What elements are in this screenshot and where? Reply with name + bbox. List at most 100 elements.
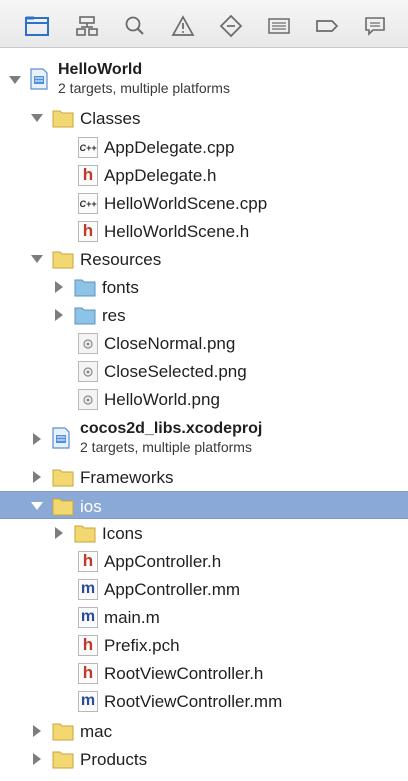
navigator-toolbar <box>0 0 408 48</box>
file-row[interactable]: m main.m <box>0 603 408 631</box>
disclosure-triangle-collapsed-icon[interactable] <box>30 724 44 738</box>
blue-folder-icon <box>74 305 96 325</box>
project-row-cocos2d-libs[interactable]: cocos2d_libs.xcodeproj 2 targets, multip… <box>0 417 408 461</box>
header-file-icon: h <box>78 635 98 656</box>
disclosure-triangle-expanded-icon[interactable] <box>30 499 44 513</box>
file-row[interactable]: h AppController.h <box>0 547 408 575</box>
xcode-project-icon <box>30 68 48 90</box>
file-name: AppDelegate.h <box>104 166 217 185</box>
disclosure-triangle-collapsed-icon[interactable] <box>52 526 66 540</box>
test-navigator-tab[interactable] <box>218 14 244 38</box>
file-name: RootViewController.mm <box>104 692 283 711</box>
hierarchy-icon <box>76 16 98 36</box>
group-row-classes[interactable]: Classes <box>0 104 408 132</box>
group-label: Products <box>80 750 148 769</box>
chat-icon <box>365 17 385 36</box>
file-name: AppController.h <box>104 552 222 571</box>
file-row[interactable]: m AppController.mm <box>0 575 408 603</box>
disclosure-triangle-collapsed-icon[interactable] <box>30 752 44 766</box>
image-file-icon <box>78 333 98 354</box>
disclosure-triangle-collapsed-icon[interactable] <box>30 432 44 446</box>
file-row[interactable]: h RootViewController.h <box>0 659 408 687</box>
project-name: cocos2d_libs.xcodeproj <box>80 420 263 437</box>
file-row[interactable]: h Prefix.pch <box>0 631 408 659</box>
folder-name: fonts <box>102 278 139 297</box>
disclosure-triangle-expanded-icon[interactable] <box>30 111 44 125</box>
warning-icon <box>171 15 195 36</box>
file-row[interactable]: C++ AppDelegate.cpp <box>0 133 408 161</box>
folder-icon <box>52 496 74 516</box>
file-name: CloseSelected.png <box>104 362 247 381</box>
header-file-icon: h <box>78 221 98 242</box>
disclosure-triangle-expanded-icon[interactable] <box>8 73 22 87</box>
folder-icon <box>52 249 74 269</box>
file-row[interactable]: h AppDelegate.h <box>0 161 408 189</box>
image-file-icon <box>78 389 98 410</box>
folder-reference-row[interactable]: res <box>0 301 408 329</box>
folder-icon <box>52 749 74 769</box>
diamond-icon <box>219 14 243 38</box>
folder-icon <box>52 467 74 487</box>
log-navigator-tab[interactable] <box>362 14 388 38</box>
file-name: HelloWorldScene.cpp <box>104 194 268 213</box>
disclosure-triangle-collapsed-icon[interactable] <box>52 280 66 294</box>
disclosure-triangle-expanded-icon[interactable] <box>30 252 44 266</box>
group-row-resources[interactable]: Resources <box>0 245 408 273</box>
blue-folder-icon <box>74 277 96 297</box>
folder-icon <box>52 108 74 128</box>
disclosure-triangle-collapsed-icon[interactable] <box>30 470 44 484</box>
header-file-icon: h <box>78 165 98 186</box>
file-name: CloseNormal.png <box>104 334 236 353</box>
xcode-project-icon <box>52 427 70 449</box>
header-file-icon: h <box>78 551 98 572</box>
image-file-icon <box>78 361 98 382</box>
project-navigator-tree: HelloWorld 2 targets, multiple platforms… <box>0 48 408 781</box>
group-row-frameworks[interactable]: Frameworks <box>0 463 408 491</box>
debug-navigator-tab[interactable] <box>266 14 292 38</box>
group-row-ios[interactable]: ios <box>0 491 408 519</box>
issue-navigator-tab[interactable] <box>170 14 196 38</box>
folder-reference-row[interactable]: fonts <box>0 273 408 301</box>
folder-icon <box>25 16 49 36</box>
group-label: ios <box>80 497 102 516</box>
disclosure-triangle-collapsed-icon[interactable] <box>52 308 66 322</box>
group-row-products[interactable]: Products <box>0 745 408 773</box>
file-row[interactable]: h HelloWorldScene.h <box>0 217 408 245</box>
find-navigator-tab[interactable] <box>122 14 148 38</box>
group-label: Frameworks <box>80 468 174 487</box>
header-file-icon: h <box>78 663 98 684</box>
file-row[interactable]: HelloWorld.png <box>0 385 408 413</box>
breakpoint-navigator-tab[interactable] <box>314 14 340 38</box>
file-name: Prefix.pch <box>104 636 180 655</box>
file-row[interactable]: CloseSelected.png <box>0 357 408 385</box>
group-label: Resources <box>80 250 162 269</box>
file-name: AppController.mm <box>104 580 241 599</box>
project-subtitle: 2 targets, multiple platforms <box>58 80 230 96</box>
file-row[interactable]: C++ HelloWorldScene.cpp <box>0 189 408 217</box>
symbol-navigator-tab[interactable] <box>74 14 100 38</box>
file-name: main.m <box>104 608 160 627</box>
file-name: AppDelegate.cpp <box>104 138 235 157</box>
file-row[interactable]: m RootViewController.mm <box>0 687 408 715</box>
group-row-mac[interactable]: mac <box>0 717 408 745</box>
project-row-helloworld[interactable]: HelloWorld 2 targets, multiple platforms <box>0 58 408 102</box>
objc-file-icon: m <box>78 579 98 600</box>
tag-icon <box>316 20 339 32</box>
list-icon <box>268 18 290 34</box>
project-name: HelloWorld <box>58 61 143 78</box>
file-name: HelloWorldScene.h <box>104 222 250 241</box>
search-icon <box>125 16 144 35</box>
objc-file-icon: m <box>78 691 98 712</box>
objc-file-icon: m <box>78 607 98 628</box>
cpp-file-icon: C++ <box>78 137 98 158</box>
file-row[interactable]: CloseNormal.png <box>0 329 408 357</box>
group-row-icons[interactable]: Icons <box>0 519 408 547</box>
project-subtitle: 2 targets, multiple platforms <box>80 439 252 455</box>
group-label: mac <box>80 722 113 741</box>
project-navigator-tab[interactable] <box>24 14 50 38</box>
folder-icon <box>74 523 96 543</box>
folder-icon <box>52 721 74 741</box>
folder-name: res <box>102 306 126 325</box>
file-name: RootViewController.h <box>104 664 264 683</box>
group-label: Classes <box>80 109 141 128</box>
